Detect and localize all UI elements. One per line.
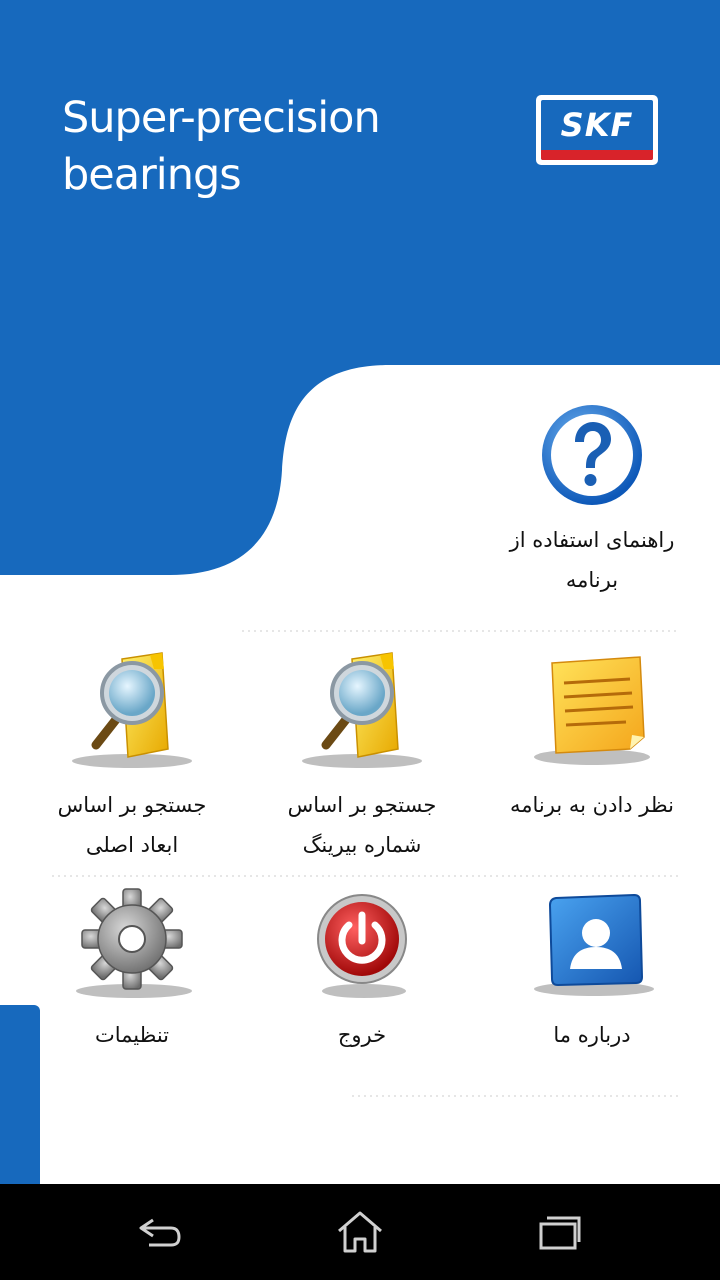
gear-icon (76, 888, 192, 998)
home-icon (338, 1211, 382, 1253)
menu-item-search-dimensions[interactable]: جستجو بر اساس ابعاد اصلی (22, 645, 242, 865)
menu-label-search-number: جستجو بر اساس شماره بیرینگ (287, 793, 437, 857)
menu-label-feedback: نظر دادن به برنامه (510, 793, 674, 817)
home-button[interactable] (300, 1184, 420, 1280)
divider (350, 1095, 680, 1097)
app-title-line2: bearings (62, 150, 242, 200)
menu-item-help[interactable]: راهنمای استفاده از برنامه (482, 400, 702, 600)
contact-icon (534, 893, 654, 996)
divider (50, 875, 680, 877)
skf-logo-text: SKF (560, 106, 634, 144)
menu-label-about: درباره ما (553, 1023, 631, 1047)
app-title-line1: Super-precision (62, 93, 381, 143)
menu-label-help: راهنمای استفاده از برنامه (509, 528, 675, 592)
search-folder-icon (302, 652, 422, 768)
menu-item-settings[interactable]: تنظیمات (22, 885, 242, 1055)
menu-item-exit[interactable]: خروج (252, 885, 472, 1055)
menu-item-feedback[interactable]: نظر دادن به برنامه (482, 645, 702, 825)
note-icon (534, 656, 650, 765)
recents-button[interactable] (500, 1184, 620, 1280)
menu-label-settings: تنظیمات (94, 1023, 170, 1047)
divider (240, 630, 680, 632)
skf-logo-stripe (541, 150, 653, 160)
menu-item-search-number[interactable]: جستجو بر اساس شماره بیرینگ (252, 645, 472, 865)
system-navigation-bar (0, 1184, 720, 1280)
back-button[interactable] (100, 1184, 220, 1280)
search-folder-icon (72, 652, 192, 768)
recents-icon (539, 1216, 581, 1250)
back-icon (139, 1218, 181, 1247)
menu-item-about[interactable]: درباره ما (482, 885, 702, 1055)
menu-label-search-dimensions: جستجو بر اساس ابعاد اصلی (57, 793, 207, 857)
menu-label-exit: خروج (337, 1023, 387, 1047)
power-icon (317, 894, 407, 998)
skf-logo: SKF (536, 95, 658, 165)
help-icon (542, 405, 642, 505)
app-title: Super-precision bearings (62, 90, 381, 204)
app-screen: Super-precision bearings SKF راهنمای است… (0, 0, 720, 1280)
